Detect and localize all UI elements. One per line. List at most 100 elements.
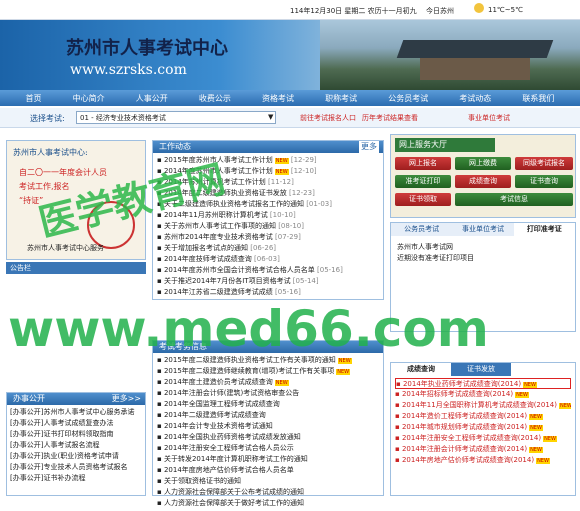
exam-item[interactable]: ▪ 2014年全国监理工程师考试成绩查询	[157, 399, 379, 410]
news-item[interactable]: ▪ 2014年度技师考试成绩查询 [06-03]	[157, 254, 379, 265]
notice-caption: 苏州市人事考试中心服务	[27, 244, 104, 252]
today-link[interactable]: 今日苏州	[426, 6, 454, 16]
list-item[interactable]: [办事公开]执业(职业)资格考试申请	[10, 451, 142, 462]
exam-item[interactable]: ▪ 2014年注册会计师(建筑)考试资格审查公告	[157, 388, 379, 399]
nav-item[interactable]: 职称考试	[325, 93, 357, 104]
select-label: 选择考试:	[30, 114, 65, 123]
list-item[interactable]: [办事公开]证书打印材料领取指南	[10, 429, 142, 440]
list-item[interactable]: [办事公开]人事考试报名流程	[10, 440, 142, 451]
tip-link[interactable]: 前往考试报名人口	[300, 113, 356, 123]
chevron-down-icon[interactable]: ▼	[268, 113, 273, 121]
exam-select-bar: 选择考试: 01 - 经济专业技术资格考试 ▼ 前往考试报名人口 历年考试结果查…	[0, 108, 580, 128]
new-badge: NEW	[336, 369, 351, 375]
news-item[interactable]: ▪ 2014年江苏省二级建造师考试成绩 [05-16]	[157, 287, 379, 298]
service-hall: 网上服务大厅 网上报名 网上缴费 同级考试报名 准考证打印 成绩查询 证书查询 …	[390, 134, 576, 218]
new-badge: NEW	[523, 382, 537, 388]
left-list-title: 办事公开	[13, 394, 45, 403]
service-button[interactable]: 成绩查询	[455, 175, 511, 188]
new-badge: NEW	[529, 414, 543, 420]
main-nav: 首页 中心简介 人事公开 收费公示 资格考试 职称考试 公务员考试 考试动态 联…	[0, 90, 580, 106]
nav-item[interactable]: 中心简介	[73, 93, 105, 104]
exam-item[interactable]: ▪ 2014年度土建造价员考试成绩查询 NEW	[157, 377, 379, 388]
service-button[interactable]: 证书领取	[395, 193, 451, 206]
nav-item[interactable]: 首页	[26, 93, 42, 104]
exam-panel: 考试考务信息 ▪ 2015年度二级建造师执业资格考试工作有关事项的通知 NEW ▪ …	[152, 340, 384, 507]
service-button[interactable]: 证书查询	[515, 175, 573, 188]
new-badge: NEW	[274, 169, 289, 175]
service-button[interactable]: 同级考试报名	[515, 157, 573, 170]
list-item[interactable]: [办事公开]苏州市人事考试中心服务承诺	[10, 407, 142, 418]
notice-title: 苏州市人事考试中心:	[13, 148, 88, 157]
datetime: 114年12月30日 星期二 农历十一月初九	[290, 7, 417, 15]
score-item[interactable]: ▪ 2014年注册会计师考试成绩查询(2014) NEW	[395, 444, 571, 455]
site-url: www.szrsks.com	[70, 62, 187, 78]
tab-scores[interactable]: 成绩查询	[391, 363, 451, 376]
service-title: 网上服务大厅	[395, 138, 495, 152]
new-badge: NEW	[529, 425, 543, 431]
tab-print[interactable]: 打印准考证	[513, 223, 575, 236]
nav-item[interactable]: 收费公示	[199, 93, 231, 104]
news-more-link[interactable]: 更多	[359, 141, 379, 153]
nav-item[interactable]: 资格考试	[262, 93, 294, 104]
exam-item[interactable]: ▪ 2014年注册安全工程师考试合格人员公示	[157, 443, 379, 454]
score-item[interactable]: ▪ 2014年执业药师考试成绩查询(2014) NEW	[395, 378, 571, 389]
exam-item[interactable]: ▪ 人力资源社会保障部关于公布考试成绩的通知	[157, 487, 379, 498]
nav-item[interactable]: 人事公开	[136, 93, 168, 104]
new-badge: NEW	[274, 158, 289, 164]
exam-item[interactable]: ▪ 2014年全国执业药师资格考试成绩发放通知	[157, 432, 379, 443]
print-line[interactable]: 苏州市人事考试网	[391, 242, 575, 253]
pavilion-wall	[420, 58, 530, 80]
news-item[interactable]: ▪ 关于推迟2014年7月份各IT项目资格考试 [05-14]	[157, 276, 379, 287]
tab-public[interactable]: 事业单位考试	[452, 223, 513, 236]
exam-item[interactable]: ▪ 关于转发2014年度计算机职称考试工作的通知	[157, 454, 379, 465]
weather-icon	[474, 3, 484, 13]
service-button[interactable]: 考试信息	[455, 193, 573, 206]
score-item[interactable]: ▪ 2014年城市规划师考试成绩查询(2014) NEW	[395, 422, 571, 433]
news-item[interactable]: ▪ 关于苏州市人事考试工作事项的通知 [08-10]	[157, 221, 379, 232]
exam-item[interactable]: ▪ 2014年会计专业技术资格考试通知	[157, 421, 379, 432]
extra-link[interactable]: 事业单位考试	[468, 113, 510, 123]
score-item[interactable]: ▪ 2014年注册安全工程师考试成绩查询(2014) NEW	[395, 433, 571, 444]
news-title: 工作动态	[159, 142, 191, 151]
list-item[interactable]: [办事公开]专业技术人员资格考试报名	[10, 462, 142, 473]
watermark-url: www.med66.com	[8, 300, 489, 358]
new-badge: NEW	[515, 392, 529, 398]
exam-item[interactable]: ▪ 2014年度房地产估价师考试合格人员名单	[157, 465, 379, 476]
score-item[interactable]: ▪ 2014年11月全国职称计算机考试成绩查询(2014) NEW	[395, 400, 571, 411]
new-badge: NEW	[274, 380, 289, 386]
leftbar-header: 公告栏	[6, 262, 146, 274]
exam-item[interactable]: ▪ 关于领取资格证书的通知	[157, 476, 379, 487]
news-item[interactable]: ▪ 苏州市2014年度专业技术资格考试 [07-29]	[157, 232, 379, 243]
nav-item[interactable]: 考试动态	[459, 93, 491, 104]
left-list: 办事公开 更多>> [办事公开]苏州市人事考试中心服务承诺 [办事公开]人事考试成…	[6, 392, 146, 496]
score-item[interactable]: ▪ 2014年造价工程师考试成绩查询(2014) NEW	[395, 411, 571, 422]
new-badge: NEW	[558, 403, 571, 409]
exam-item[interactable]: ▪ 2015年度二级建造师继续教育(增项)考试工作有关事项 NEW	[157, 366, 379, 377]
service-button[interactable]: 网上报名	[395, 157, 451, 170]
tab-civil[interactable]: 公务员考试	[391, 223, 452, 236]
header-banner: 苏州市人事考试中心 www.szrsks.com	[0, 20, 580, 90]
service-button[interactable]: 网上缴费	[455, 157, 511, 170]
list-item[interactable]: [办事公开]人事考试成绩复查办法	[10, 418, 142, 429]
nav-item[interactable]: 联系我们	[522, 93, 554, 104]
score-item[interactable]: ▪ 2014年房地产估价师考试成绩查询(2014) NEW	[395, 455, 571, 466]
exam-item[interactable]: ▪ 人力资源社会保障部关于做好考试工作的通知	[157, 498, 379, 509]
exam-select[interactable]: 01 - 经济专业技术资格考试	[76, 111, 276, 124]
new-badge: NEW	[529, 447, 543, 453]
new-badge: NEW	[337, 358, 352, 364]
score-item[interactable]: ▪ 2014年招标师考试成绩查询(2014) NEW	[395, 389, 571, 400]
pavilion-roof	[396, 40, 554, 58]
more-link[interactable]: 更多>>	[112, 393, 141, 405]
list-item[interactable]: [办事公开]证书补办流程	[10, 473, 142, 484]
news-item[interactable]: ▪ 2014年度苏州市全国会计资格考试合格人员名单 [05-16]	[157, 265, 379, 276]
new-badge: NEW	[543, 436, 557, 442]
tip-link[interactable]: 历年考试结果查看	[362, 113, 418, 123]
nav-item[interactable]: 公务员考试	[388, 93, 428, 104]
new-badge: NEW	[536, 458, 550, 464]
service-button[interactable]: 准考证打印	[395, 175, 451, 188]
news-item[interactable]: ▪ 2014年11月苏州职称计算机考试 [10-10]	[157, 210, 379, 221]
tab-cert[interactable]: 证书发放	[451, 363, 511, 376]
news-item[interactable]: ▪ 关于增加报名考试点的通知 [06-26]	[157, 243, 379, 254]
weather: 11℃~5℃	[488, 6, 523, 14]
exam-item[interactable]: ▪ 2014年二级建造师考试成绩查询	[157, 410, 379, 421]
